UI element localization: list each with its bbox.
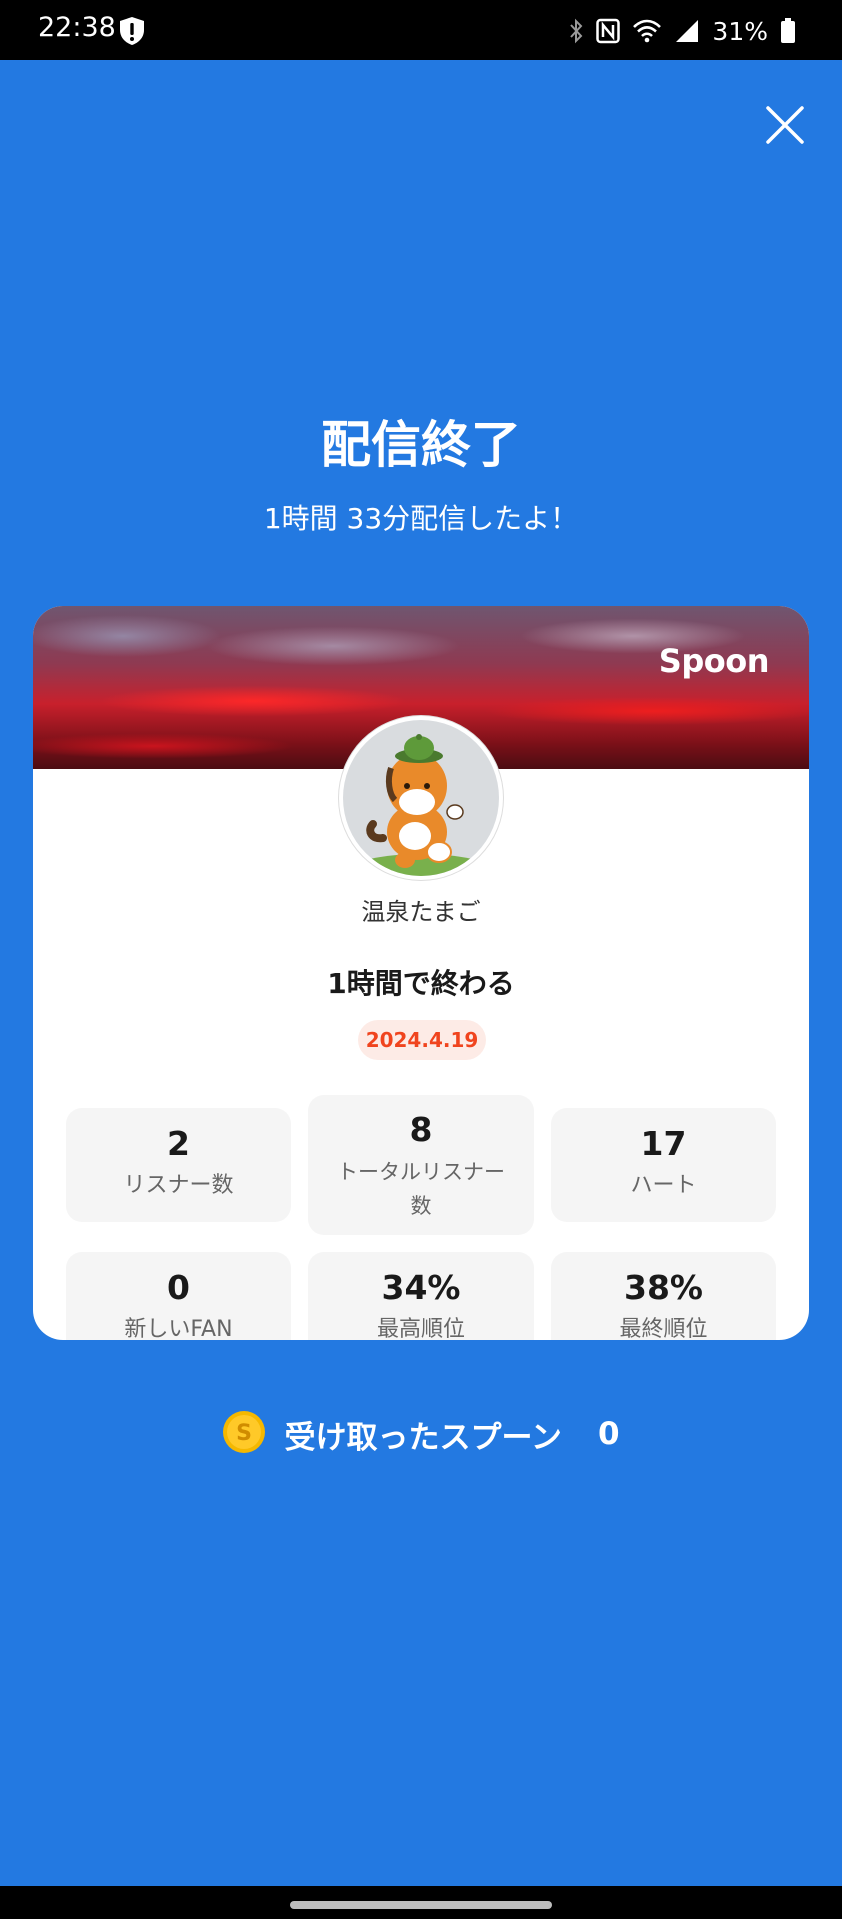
status-bar: 22:38 31% xyxy=(0,0,842,60)
stream-summary-screen: 配信終了 1時間 33分配信したよ！ Spoon 温泉たまご 1時間で終わる 2… xyxy=(0,60,842,1886)
page-title: 配信終了 xyxy=(321,416,521,474)
stat-final-rank: 38% 最終順位 xyxy=(551,1252,776,1340)
wifi-icon xyxy=(632,18,662,44)
spoons-count: 0 xyxy=(597,1416,620,1452)
spoons-label: 受け取ったスプーン xyxy=(284,1419,562,1456)
stat-new-fans: 0 新しいFAN xyxy=(66,1252,291,1340)
stat-label-line1: トータルリスナー xyxy=(337,1160,505,1184)
stat-total-listeners: 8 トータルリスナー 数 xyxy=(308,1095,534,1235)
page-subtitle: 1時間 33分配信したよ！ xyxy=(263,502,579,535)
signal-icon xyxy=(674,18,700,44)
stat-label-line2: 数 xyxy=(410,1194,432,1218)
received-spoons: S 受け取ったスプーン 0 xyxy=(0,1409,842,1459)
home-gesture-bar[interactable] xyxy=(290,1901,552,1909)
spoon-coin-icon: S xyxy=(222,1410,266,1458)
stat-value: 34% xyxy=(381,1268,461,1307)
summary-card: Spoon 温泉たまご 1時間で終わる 2024.4.19 2 リスナー数 8 … xyxy=(33,606,809,1340)
stat-label: トータルリスナー 数 xyxy=(308,1155,534,1223)
stat-value: 8 xyxy=(409,1110,433,1149)
stat-value: 38% xyxy=(624,1268,703,1307)
username: 温泉たまご xyxy=(361,898,481,926)
status-time: 22:38 xyxy=(38,12,116,43)
avatar xyxy=(339,716,503,880)
stat-value: 17 xyxy=(640,1124,687,1163)
stream-title: 1時間で終わる xyxy=(327,967,515,1000)
stat-value: 0 xyxy=(167,1268,190,1307)
stat-label: ハート xyxy=(630,1173,697,1198)
status-icons: 31% xyxy=(568,14,796,48)
shield-alert-icon xyxy=(118,16,146,46)
close-icon xyxy=(766,106,804,144)
screen: 22:38 31% 配信終了 1時間 33分配信したよ！ Spoon 温泉たまご… xyxy=(0,0,842,1919)
stat-label: リスナー数 xyxy=(123,1173,234,1198)
stat-value: 2 xyxy=(167,1124,190,1163)
stat-label: 最終順位 xyxy=(619,1317,708,1340)
battery-percent: 31% xyxy=(712,16,768,46)
stat-hearts: 17 ハート xyxy=(551,1108,776,1222)
navigation-bar xyxy=(0,1886,842,1919)
close-button[interactable] xyxy=(760,100,810,150)
battery-icon xyxy=(780,18,796,44)
svg-text:S: S xyxy=(237,1421,253,1446)
stat-top-rank: 34% 最高順位 xyxy=(308,1252,534,1340)
stat-label: 最高順位 xyxy=(376,1317,465,1340)
brand-logo: Spoon xyxy=(658,642,770,680)
bluetooth-icon xyxy=(568,18,584,44)
stat-label: 新しいFAN xyxy=(124,1317,233,1340)
nfc-icon xyxy=(596,18,621,44)
stat-listeners: 2 リスナー数 xyxy=(66,1108,291,1222)
date-badge: 2024.4.19 xyxy=(358,1020,486,1060)
